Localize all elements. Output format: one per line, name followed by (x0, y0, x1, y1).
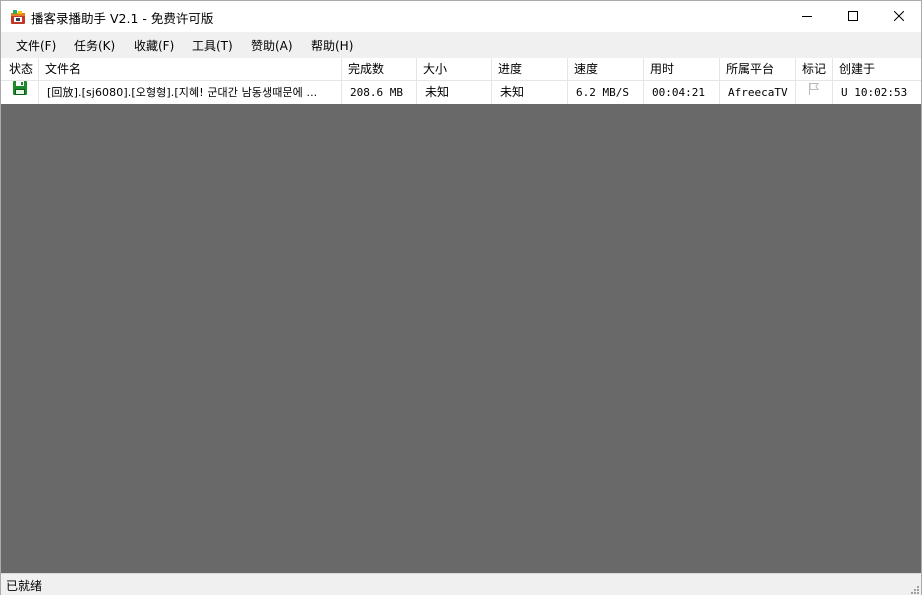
menu-file[interactable]: 文件(F) (16, 37, 56, 54)
close-button[interactable] (876, 1, 922, 31)
menu-task[interactable]: 任务(K) (74, 37, 115, 54)
column-header-progress[interactable]: 进度 (492, 58, 568, 81)
task-list[interactable]: 状态 文件名 完成数 大小 进度 速度 用时 所属平台 标记 创建于 [回放].… (1, 58, 921, 573)
column-header-completed[interactable]: 完成数 (342, 58, 417, 81)
table-row[interactable]: [回放].[sj6080].[오형형].[지혜! 군대간 남동생때문에 ... … (1, 81, 921, 104)
app-logo-icon (10, 9, 26, 25)
completed-cell: 208.6 MB (342, 81, 417, 104)
menu-favorites[interactable]: 收藏(F) (134, 37, 174, 54)
size-cell: 未知 (417, 81, 492, 104)
menu-help[interactable]: 帮助(H) (311, 37, 353, 54)
column-header-status[interactable]: 状态 (1, 58, 39, 81)
close-icon (894, 11, 904, 21)
maximize-icon (848, 11, 858, 21)
save-icon (12, 81, 28, 104)
column-header-filename[interactable]: 文件名 (39, 58, 342, 81)
column-header-created[interactable]: 创建于 (833, 58, 921, 81)
list-header: 状态 文件名 完成数 大小 进度 速度 用时 所属平台 标记 创建于 (1, 58, 921, 81)
speed-cell: 6.2 MB/S (568, 81, 644, 104)
column-header-platform[interactable]: 所属平台 (720, 58, 796, 81)
flag-icon[interactable] (808, 81, 820, 103)
title-bar[interactable]: 播客录播助手 V2.1 - 免费许可版 (1, 1, 921, 32)
menu-tools[interactable]: 工具(T) (192, 37, 233, 54)
filename-cell: [回放].[sj6080].[오형형].[지혜! 군대간 남동생때문에 ... (39, 81, 342, 104)
created-cell: U 10:02:53 (841, 86, 908, 99)
platform-cell: AfreecaTV (720, 81, 796, 104)
column-header-mark[interactable]: 标记 (796, 58, 833, 81)
status-bar: 已就绪 (1, 573, 921, 595)
resize-grip-icon[interactable] (909, 583, 919, 594)
menu-sponsor[interactable]: 赞助(A) (251, 37, 293, 54)
progress-cell: 未知 (492, 81, 568, 104)
menu-bar: 文件(F) 任务(K) 收藏(F) 工具(T) 赞助(A) 帮助(H) (1, 32, 921, 58)
window-title: 播客录播助手 V2.1 - 免费许可版 (31, 11, 214, 26)
elapsed-cell: 00:04:21 (644, 81, 720, 104)
minimize-icon (802, 16, 812, 17)
app-window: 播客录播助手 V2.1 - 免费许可版 文件(F) 任务(K) 收藏(F) 工具… (0, 0, 922, 595)
minimize-button[interactable] (784, 1, 830, 31)
status-cell (1, 81, 39, 104)
mark-cell[interactable] (796, 81, 833, 104)
column-header-elapsed[interactable]: 用时 (644, 58, 720, 81)
column-header-speed[interactable]: 速度 (568, 58, 644, 81)
maximize-button[interactable] (830, 1, 876, 31)
column-header-size[interactable]: 大小 (417, 58, 492, 81)
status-text: 已就绪 (6, 579, 43, 593)
